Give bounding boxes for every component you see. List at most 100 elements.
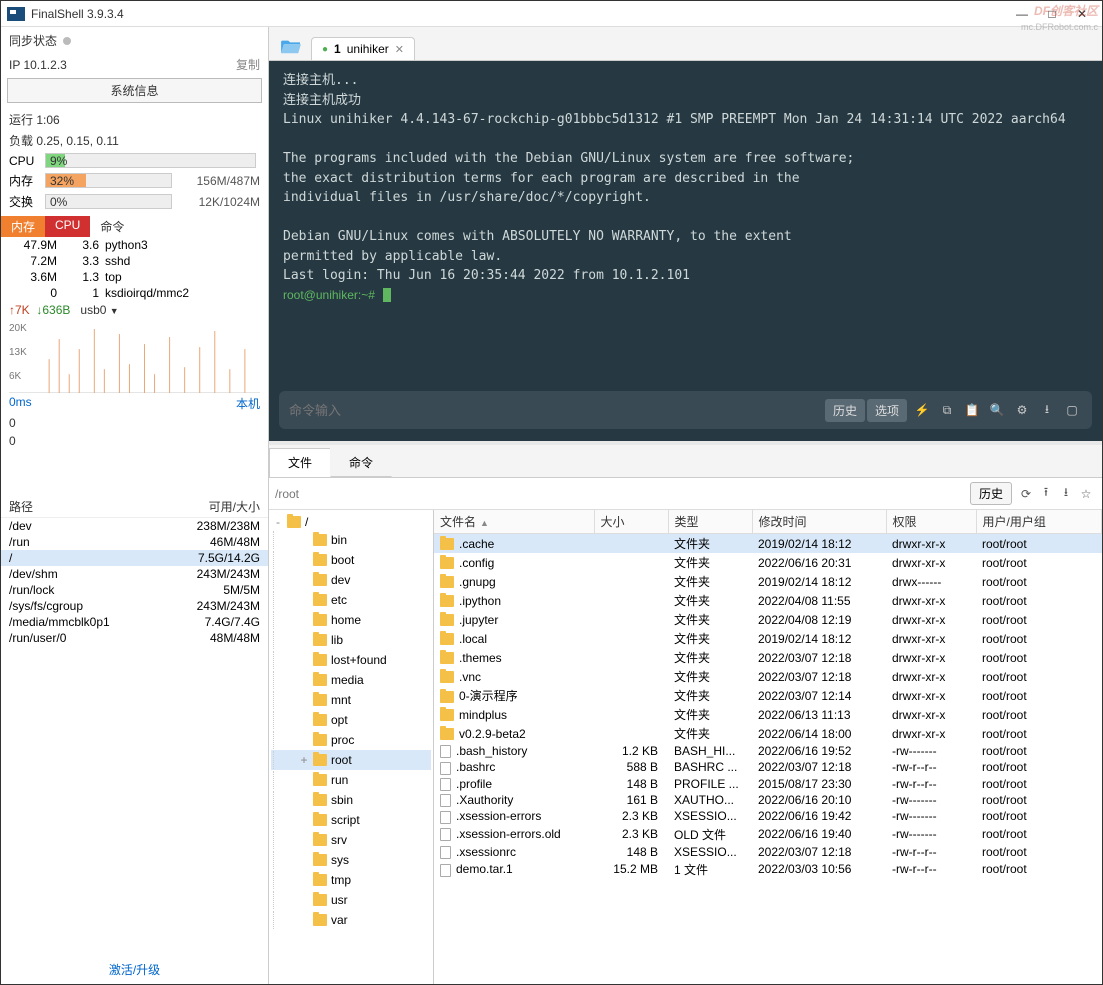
file-row[interactable]: 0-演示程序文件夹2022/03/07 12:14drwxr-xr-xroot/… xyxy=(434,686,1102,705)
tree-node[interactable]: opt xyxy=(271,710,431,730)
process-row[interactable]: 3.6M1.3top xyxy=(1,269,268,285)
tree-node[interactable]: mnt xyxy=(271,690,431,710)
process-row[interactable]: 7.2M3.3sshd xyxy=(1,253,268,269)
terminal[interactable]: 连接主机... 连接主机成功 Linux unihiker 4.4.143-67… xyxy=(269,61,1102,391)
path-row[interactable]: /7.5G/14.2G xyxy=(1,550,268,566)
fullscreen-icon[interactable]: ▢ xyxy=(1062,400,1082,420)
close-button[interactable]: ✕ xyxy=(1068,4,1096,24)
file-row[interactable]: .gnupg文件夹2019/02/14 18:12drwx------root/… xyxy=(434,572,1102,591)
upload-icon[interactable]: ⭱ xyxy=(1036,483,1056,504)
file-row[interactable]: .jupyter文件夹2022/04/08 12:19drwxr-xr-xroo… xyxy=(434,610,1102,629)
tree-node[interactable]: run xyxy=(271,770,431,790)
path-row[interactable]: /sys/fs/cgroup243M/243M xyxy=(1,598,268,614)
file-row[interactable]: .profile148 BPROFILE ...2015/08/17 23:30… xyxy=(434,776,1102,792)
tree-node[interactable]: script xyxy=(271,810,431,830)
history-button[interactable]: 历史 xyxy=(825,399,865,422)
file-row[interactable]: mindplus文件夹2022/06/13 11:13drwxr-xr-xroo… xyxy=(434,705,1102,724)
file-row[interactable]: .config文件夹2022/06/16 20:31drwxr-xr-xroot… xyxy=(434,553,1102,572)
download-file-icon[interactable]: ⭳ xyxy=(1056,483,1076,504)
settings-icon[interactable]: ⚙ xyxy=(1012,400,1032,420)
bookmark-icon[interactable]: ☆ xyxy=(1076,487,1096,501)
tree-node[interactable]: lost+found xyxy=(271,650,431,670)
tree-node[interactable]: var xyxy=(271,910,431,930)
bolt-icon[interactable]: ⚡ xyxy=(912,400,932,420)
col-size[interactable]: 大小 xyxy=(594,510,668,534)
process-row[interactable]: 01ksdioirqd/mmc2 xyxy=(1,285,268,301)
tree-node[interactable]: home xyxy=(271,610,431,630)
tree-root[interactable]: -/ xyxy=(271,514,431,530)
window-title: FinalShell 3.9.3.4 xyxy=(31,7,1008,21)
copy-button[interactable]: 复制 xyxy=(236,56,260,73)
tab-cpu[interactable]: CPU xyxy=(45,216,90,237)
tree-node[interactable]: dev xyxy=(271,570,431,590)
download-icon[interactable]: ⭳ xyxy=(1037,400,1057,420)
activate-link[interactable]: 激活/升级 xyxy=(1,955,268,984)
minimize-button[interactable]: — xyxy=(1008,4,1036,24)
file-row[interactable]: .ipython文件夹2022/04/08 11:55drwxr-xr-xroo… xyxy=(434,591,1102,610)
load: 负载 0.25, 0.15, 0.11 xyxy=(1,130,268,151)
col-perm[interactable]: 权限 xyxy=(886,510,976,534)
tree-node[interactable]: media xyxy=(271,670,431,690)
uptime: 运行 1:06 xyxy=(1,109,268,130)
folder-tree[interactable]: -/ binbootdevetchomeliblost+foundmediamn… xyxy=(269,510,434,984)
file-row[interactable]: .local文件夹2019/02/14 18:12drwxr-xr-xroot/… xyxy=(434,629,1102,648)
file-row[interactable]: .themes文件夹2022/03/07 12:18drwxr-xr-xroot… xyxy=(434,648,1102,667)
session-tab-label: unihiker xyxy=(347,42,389,56)
paste-icon[interactable]: 📋 xyxy=(962,400,982,420)
tree-node[interactable]: etc xyxy=(271,590,431,610)
file-row[interactable]: .Xauthority161 BXAUTHO...2022/06/16 20:1… xyxy=(434,792,1102,808)
tab-commands[interactable]: 命令 xyxy=(330,448,392,477)
tree-node[interactable]: lib xyxy=(271,630,431,650)
refresh-icon[interactable]: ⟳ xyxy=(1016,487,1036,501)
file-list[interactable]: 文件名▲ 大小 类型 修改时间 权限 用户/用户组 .cache文件夹2019/… xyxy=(434,510,1102,984)
open-folder-icon[interactable] xyxy=(275,32,307,60)
col-type[interactable]: 类型 xyxy=(668,510,752,534)
process-table: 47.9M3.6python37.2M3.3sshd3.6M1.3top01ks… xyxy=(1,237,268,301)
file-row[interactable]: .bashrc588 BBASHRC ...2022/03/07 12:18-r… xyxy=(434,759,1102,775)
tab-cmd[interactable]: 命令 xyxy=(90,216,134,237)
col-mtime[interactable]: 修改时间 xyxy=(752,510,886,534)
tab-files[interactable]: 文件 xyxy=(269,448,331,477)
tree-node[interactable]: boot xyxy=(271,550,431,570)
file-row[interactable]: .vnc文件夹2022/03/07 12:18drwxr-xr-xroot/ro… xyxy=(434,667,1102,686)
maximize-button[interactable]: □ xyxy=(1038,4,1066,24)
tree-node[interactable]: bin xyxy=(271,530,431,550)
tree-node[interactable]: tmp xyxy=(271,870,431,890)
process-row[interactable]: 47.9M3.6python3 xyxy=(1,237,268,253)
file-row[interactable]: .xsessionrc148 BXSESSIO...2022/03/07 12:… xyxy=(434,844,1102,860)
file-row[interactable]: demo.tar.115.2 MB1 文件2022/03/03 10:56-rw… xyxy=(434,860,1102,879)
file-row[interactable]: .xsession-errors.old2.3 KBOLD 文件2022/06/… xyxy=(434,825,1102,844)
path-row[interactable]: /run/lock5M/5M xyxy=(1,582,268,598)
file-row[interactable]: .cache文件夹2019/02/14 18:12drwxr-xr-xroot/… xyxy=(434,534,1102,554)
tree-node[interactable]: srv xyxy=(271,830,431,850)
copy-icon[interactable]: ⧉ xyxy=(937,400,957,420)
file-row[interactable]: v0.2.9-beta2文件夹2022/06/14 18:00drwxr-xr-… xyxy=(434,724,1102,743)
path-row[interactable]: /dev/shm243M/243M xyxy=(1,566,268,582)
path-row[interactable]: /run/user/048M/48M xyxy=(1,630,268,646)
tree-node[interactable]: sys xyxy=(271,850,431,870)
options-button[interactable]: 选项 xyxy=(867,399,907,422)
tree-node[interactable]: sbin xyxy=(271,790,431,810)
fm-history-button[interactable]: 历史 xyxy=(970,482,1012,505)
path-row[interactable]: /media/mmcblk0p17.4G/7.4G xyxy=(1,614,268,630)
paths-panel: 路径可用/大小 /dev238M/238M/run46M/48M/7.5G/14… xyxy=(1,496,268,646)
path-row[interactable]: /run46M/48M xyxy=(1,534,268,550)
fm-tabs: 文件 命令 xyxy=(269,445,1102,478)
file-row[interactable]: .xsession-errors2.3 KBXSESSIO...2022/06/… xyxy=(434,808,1102,824)
tree-node[interactable]: +root xyxy=(271,750,431,770)
path-row[interactable]: /dev238M/238M xyxy=(1,518,268,534)
system-info-button[interactable]: 系统信息 xyxy=(7,78,262,103)
current-path[interactable]: /root xyxy=(275,487,970,501)
tree-node[interactable]: usr xyxy=(271,890,431,910)
session-tab[interactable]: ● 1 unihiker ✕ xyxy=(311,37,415,60)
net-label: ↑7K ↓636B usb0 ▼ xyxy=(1,301,268,319)
file-row[interactable]: .bash_history1.2 KBBASH_HI...2022/06/16 … xyxy=(434,743,1102,759)
tab-mem[interactable]: 内存 xyxy=(1,216,45,237)
tab-close-icon[interactable]: ✕ xyxy=(395,43,404,56)
command-input[interactable] xyxy=(289,403,825,418)
search-icon[interactable]: 🔍 xyxy=(987,400,1007,420)
tree-node[interactable]: proc xyxy=(271,730,431,750)
col-own[interactable]: 用户/用户组 xyxy=(976,510,1102,534)
col-name[interactable]: 文件名▲ xyxy=(434,510,594,534)
ping-row: 0ms本机 xyxy=(1,393,268,414)
